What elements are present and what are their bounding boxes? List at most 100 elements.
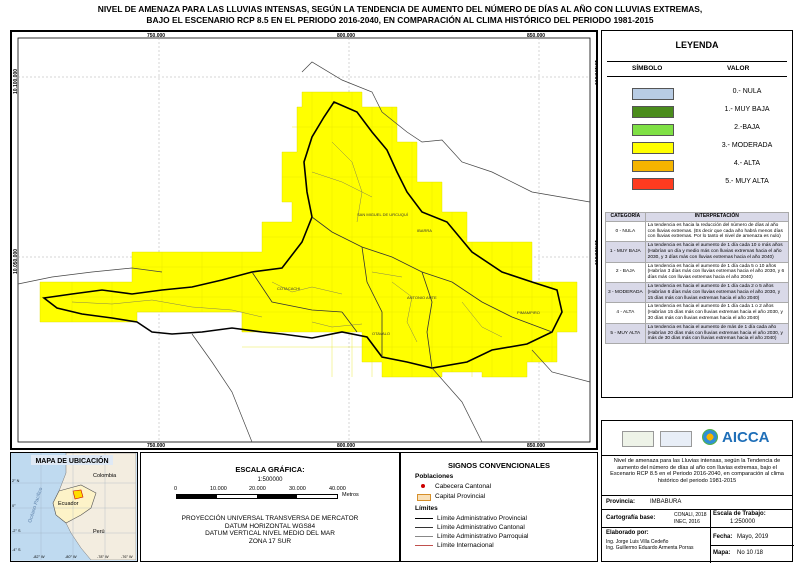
legend-item-baja: 2.-BAJA xyxy=(607,121,787,139)
legend-label: 4.- ALTA xyxy=(733,160,761,167)
lat-tick-3: -2° S xyxy=(12,529,21,533)
interp-category: 4 - ALTA xyxy=(605,302,646,324)
conventional-signs-panel: SIGNOS CONVENCIONALES Poblaciones Cabece… xyxy=(400,452,598,562)
legend-label: 0.- NULA xyxy=(732,88,762,95)
interp-text: La tendencia es hacia el aumento de 1 dí… xyxy=(644,302,790,324)
place-label-cotacachi: COTACACHI xyxy=(277,286,300,291)
lon-tick-4: -76° W xyxy=(121,555,133,559)
signs-line-international: Límite Internacional xyxy=(437,542,494,549)
legend-swatch xyxy=(632,142,674,154)
ministry-logo-icon xyxy=(622,431,654,447)
x-tick-bottom-2: 800.000 xyxy=(337,443,355,448)
lat-tick-4: -4° S xyxy=(12,548,21,552)
mapa-label: Mapa: xyxy=(713,550,731,556)
escala-value: 1:250000 xyxy=(730,519,756,525)
y-tick-right-2: 10.050.000 xyxy=(593,240,596,265)
scale-bar-graphic xyxy=(176,494,338,499)
y-tick-left-1: 10.100.000 xyxy=(13,69,19,94)
legend-col-symbol: SÍMBOLO xyxy=(632,65,663,72)
escala-label: Escala de Trabajo: xyxy=(713,511,766,517)
main-map[interactable]: SAN MIGUEL DE URCUQUÍ IBARRA COTACACHI A… xyxy=(10,30,599,450)
location-map-canvas: MAPA DE UBICACIÓN Colombia Ecuador Perú … xyxy=(11,453,137,561)
location-map-title: MAPA DE UBICACIÓN xyxy=(35,456,108,465)
table-row: 1 - MUY BAJA La tendencia es hacia el au… xyxy=(605,241,790,263)
legend-item-muy-baja: 1.- MUY BAJA xyxy=(607,103,787,121)
title-line-1: NIVEL DE AMENAZA PARA LAS LLUVIAS INTENS… xyxy=(97,4,703,14)
legend-col-value: VALOR xyxy=(727,65,750,72)
x-tick-bottom-3: 850.000 xyxy=(527,443,545,448)
scale-tick-1: 10.000 xyxy=(210,486,227,492)
provincia-label: Provincia: xyxy=(606,499,636,505)
legend-item-alta: 4.- ALTA xyxy=(607,157,787,175)
location-map: MAPA DE UBICACIÓN Colombia Ecuador Perú … xyxy=(10,452,138,562)
place-label-urcuqui: SAN MIGUEL DE URCUQUÍ xyxy=(357,212,409,217)
interp-category: 2 - BAJA xyxy=(605,261,646,283)
legend-swatch xyxy=(632,124,674,136)
signs-line-provincial: Límite Administrativo Provincial xyxy=(437,515,527,522)
interp-category: 3 - MODERADA xyxy=(605,281,646,304)
lon-tick-1: -82° W xyxy=(33,555,45,559)
lon-tick-3: -78° W xyxy=(97,555,109,559)
provincia-value: IMBABURA xyxy=(650,499,682,505)
info-panel: AICCA Nivel de amenaza para las Lluvias … xyxy=(601,420,794,563)
international-line-icon xyxy=(415,545,433,546)
provincial-line-icon xyxy=(415,518,433,519)
cabecera-icon xyxy=(421,484,425,488)
fecha-value: Mayo, 2019 xyxy=(737,534,769,540)
interp-text: La tendencia es hacia el aumento de 1 dí… xyxy=(644,281,790,304)
legend-header: SÍMBOLO VALOR xyxy=(607,61,787,77)
interpretation-table: CATEGORÍA INTERPRETACIÓN 0 - NULA La ten… xyxy=(605,212,790,345)
legend-title: LEYENDA xyxy=(675,40,719,50)
signs-line-cantonal: Límite Administrativo Cantonal xyxy=(437,524,525,531)
y-tick-right-1: 10.100.000 xyxy=(593,60,596,85)
cartografia-value-2: INEC, 2016 xyxy=(674,519,700,525)
signs-capital: Capital Provincial xyxy=(435,493,486,500)
scale-bar: 0 10.000 20.000 30.000 40.000 Metros xyxy=(174,486,376,499)
cartografia-label: Cartografía base: xyxy=(606,515,656,521)
signs-line-parroquial: Límite Administrativo Parroquial xyxy=(437,533,529,540)
signs-title: SIGNOS CONVENCIONALES xyxy=(447,461,551,470)
signs-poblaciones: Poblaciones xyxy=(415,473,454,480)
elaborado-label: Elaborado por: xyxy=(606,530,649,536)
legend-item-muy-alta: 5.- MUY ALTA xyxy=(607,175,787,193)
x-tick-top-3: 850.000 xyxy=(527,33,545,39)
y-tick-left-2: 10.050.000 xyxy=(13,249,19,274)
cartografia-value-1: CONALI, 2018 xyxy=(674,512,707,518)
lat-tick-2: 0° xyxy=(12,504,16,508)
interp-text: La tendencia es hacia el aumento de 1 dí… xyxy=(644,241,790,263)
scale-ratio: 1:500000 xyxy=(257,477,283,483)
legend-label: 2.-BAJA xyxy=(734,124,760,131)
title-line-2: BAJO EL ESCENARIO RCP 8.5 EN EL PERIODO … xyxy=(146,15,654,25)
mapa-value: No 10 /18 xyxy=(737,550,764,556)
legend-label: 1.- MUY BAJA xyxy=(724,106,770,113)
cantonal-line-icon xyxy=(415,527,433,528)
capital-icon xyxy=(417,494,431,501)
aicca-logo-text: AICCA xyxy=(722,429,770,446)
scale-tick-3: 30.000 xyxy=(289,486,306,492)
lat-tick-1: 2° N xyxy=(12,479,20,483)
legend-item-nula: 0.- NULA xyxy=(607,85,787,103)
scale-panel: ESCALA GRÁFICA: 1:500000 0 10.000 20.000… xyxy=(140,452,400,562)
place-label-pimampiro: PIMAMPIRO xyxy=(517,310,540,315)
interp-text: La tendencia es hacia la reducción del n… xyxy=(644,220,790,243)
scale-tick-0: 0 xyxy=(174,486,178,492)
imbabura-highlight xyxy=(72,489,84,500)
legend-swatch xyxy=(632,160,674,172)
label-peru: Perú xyxy=(93,529,105,535)
projection-line: ZONA 17 SUR xyxy=(248,537,292,545)
legend-item-moderada: 3.- MODERADA xyxy=(607,139,787,157)
parroquial-line-icon xyxy=(415,536,433,537)
projection-line: DATUM VERTICAL NIVEL MEDIO DEL MAR xyxy=(205,530,335,537)
table-row: 2 - BAJA La tendencia es hacia el aument… xyxy=(605,261,790,283)
government-logo-icon xyxy=(660,431,692,447)
label-ecuador: Ecuador xyxy=(58,501,79,507)
projection-line: DATUM HORIZONTAL WGS84 xyxy=(224,522,316,530)
x-tick-bottom-1: 750.000 xyxy=(147,443,165,448)
interp-category: 5 - MUY ALTA xyxy=(605,322,646,345)
scale-tick-2: 20.000 xyxy=(249,486,266,492)
x-tick-top-2: 800.000 xyxy=(337,33,355,39)
scale-unit: Metros xyxy=(342,492,359,498)
interp-col-interpretation: INTERPRETACIÓN xyxy=(644,212,790,222)
legend-swatch xyxy=(632,106,674,118)
interp-category: 1 - MUY BAJA xyxy=(605,241,646,263)
